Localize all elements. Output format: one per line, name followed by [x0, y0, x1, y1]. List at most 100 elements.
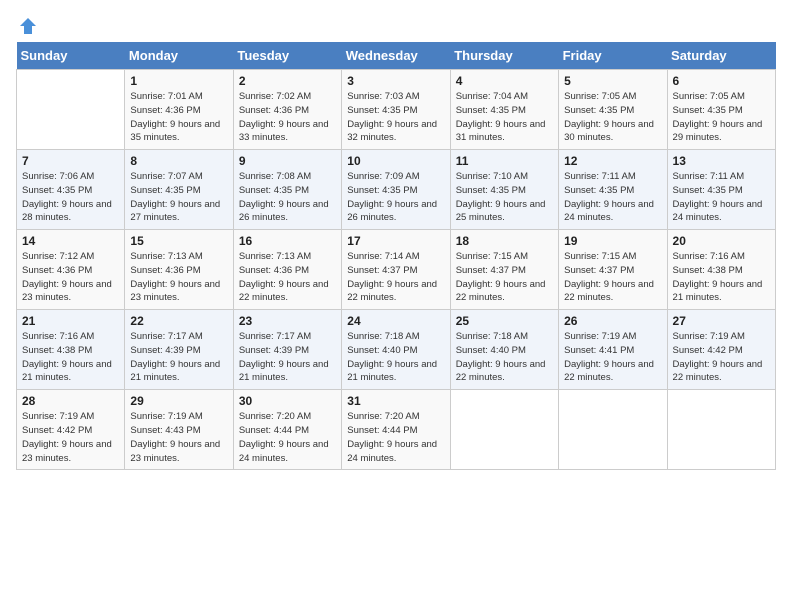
day-number: 31 [347, 394, 444, 408]
calendar-cell: 15 Sunrise: 7:13 AMSunset: 4:36 PMDayligh… [125, 230, 233, 310]
day-number: 6 [673, 74, 770, 88]
weekday-header-row: SundayMondayTuesdayWednesdayThursdayFrid… [17, 42, 776, 70]
logo-icon [18, 16, 38, 36]
week-row-2: 7 Sunrise: 7:06 AMSunset: 4:35 PMDaylight… [17, 150, 776, 230]
calendar-cell: 20 Sunrise: 7:16 AMSunset: 4:38 PMDayligh… [667, 230, 775, 310]
day-number: 17 [347, 234, 444, 248]
day-number: 2 [239, 74, 336, 88]
weekday-header-friday: Friday [559, 42, 667, 70]
day-number: 20 [673, 234, 770, 248]
day-number: 28 [22, 394, 119, 408]
day-number: 19 [564, 234, 661, 248]
day-info: Sunrise: 7:19 AMSunset: 4:43 PMDaylight:… [130, 410, 227, 465]
weekday-header-saturday: Saturday [667, 42, 775, 70]
day-number: 29 [130, 394, 227, 408]
calendar-cell: 13Sunrise: 7:11 AMSunset: 4:35 PMDayligh… [667, 150, 775, 230]
calendar-cell: 1 Sunrise: 7:01 AMSunset: 4:36 PMDaylight… [125, 70, 233, 150]
day-number: 24 [347, 314, 444, 328]
day-number: 18 [456, 234, 553, 248]
calendar-cell: 7 Sunrise: 7:06 AMSunset: 4:35 PMDaylight… [17, 150, 125, 230]
page-header [16, 16, 776, 32]
day-info: Sunrise: 7:02 AMSunset: 4:36 PMDaylight:… [239, 90, 336, 145]
calendar-cell: 17 Sunrise: 7:14 AMSunset: 4:37 PMDayligh… [342, 230, 450, 310]
day-number: 4 [456, 74, 553, 88]
day-number: 7 [22, 154, 119, 168]
day-info: Sunrise: 7:17 AMSunset: 4:39 PMDaylight:… [130, 330, 227, 385]
calendar-cell: 9Sunrise: 7:08 AMSunset: 4:35 PMDaylight… [233, 150, 341, 230]
calendar-cell [559, 390, 667, 470]
weekday-header-monday: Monday [125, 42, 233, 70]
week-row-4: 21 Sunrise: 7:16 AMSunset: 4:38 PMDayligh… [17, 310, 776, 390]
calendar-cell [17, 70, 125, 150]
day-info: Sunrise: 7:09 AMSunset: 4:35 PMDaylight:… [347, 170, 444, 225]
weekday-header-wednesday: Wednesday [342, 42, 450, 70]
day-info: Sunrise: 7:10 AMSunset: 4:35 PMDaylight:… [456, 170, 553, 225]
calendar-cell: 10 Sunrise: 7:09 AMSunset: 4:35 PMDayligh… [342, 150, 450, 230]
calendar-cell: 30 Sunrise: 7:20 AMSunset: 4:44 PMDayligh… [233, 390, 341, 470]
day-info: Sunrise: 7:05 AMSunset: 4:35 PMDaylight:… [673, 90, 770, 145]
day-number: 22 [130, 314, 227, 328]
calendar-cell: 22 Sunrise: 7:17 AMSunset: 4:39 PMDayligh… [125, 310, 233, 390]
logo [16, 16, 40, 32]
day-info: Sunrise: 7:15 AMSunset: 4:37 PMDaylight:… [456, 250, 553, 305]
calendar-cell: 16 Sunrise: 7:13 AMSunset: 4:36 PMDayligh… [233, 230, 341, 310]
day-info: Sunrise: 7:05 AMSunset: 4:35 PMDaylight:… [564, 90, 661, 145]
day-info: Sunrise: 7:14 AMSunset: 4:37 PMDaylight:… [347, 250, 444, 305]
week-row-1: 1 Sunrise: 7:01 AMSunset: 4:36 PMDaylight… [17, 70, 776, 150]
day-number: 15 [130, 234, 227, 248]
day-info: Sunrise: 7:11 AMSunset: 4:35 PMDaylight:… [564, 170, 661, 225]
day-info: Sunrise: 7:16 AMSunset: 4:38 PMDaylight:… [673, 250, 770, 305]
calendar-cell: 29 Sunrise: 7:19 AMSunset: 4:43 PMDayligh… [125, 390, 233, 470]
day-info: Sunrise: 7:06 AMSunset: 4:35 PMDaylight:… [22, 170, 119, 225]
calendar-cell: 4 Sunrise: 7:04 AMSunset: 4:35 PMDaylight… [450, 70, 558, 150]
calendar-cell: 12 Sunrise: 7:11 AMSunset: 4:35 PMDayligh… [559, 150, 667, 230]
calendar-cell [450, 390, 558, 470]
weekday-header-sunday: Sunday [17, 42, 125, 70]
day-number: 21 [22, 314, 119, 328]
weekday-header-tuesday: Tuesday [233, 42, 341, 70]
week-row-3: 14Sunrise: 7:12 AMSunset: 4:36 PMDayligh… [17, 230, 776, 310]
calendar-cell: 21 Sunrise: 7:16 AMSunset: 4:38 PMDayligh… [17, 310, 125, 390]
day-info: Sunrise: 7:07 AMSunset: 4:35 PMDaylight:… [130, 170, 227, 225]
day-info: Sunrise: 7:17 AMSunset: 4:39 PMDaylight:… [239, 330, 336, 385]
day-number: 5 [564, 74, 661, 88]
calendar-cell: 28 Sunrise: 7:19 AMSunset: 4:42 PMDayligh… [17, 390, 125, 470]
day-info: Sunrise: 7:04 AMSunset: 4:35 PMDaylight:… [456, 90, 553, 145]
calendar-cell: 3Sunrise: 7:03 AMSunset: 4:35 PMDaylight… [342, 70, 450, 150]
calendar-cell: 31 Sunrise: 7:20 AMSunset: 4:44 PMDayligh… [342, 390, 450, 470]
day-number: 1 [130, 74, 227, 88]
day-number: 23 [239, 314, 336, 328]
calendar-cell: 19Sunrise: 7:15 AMSunset: 4:37 PMDayligh… [559, 230, 667, 310]
day-info: Sunrise: 7:13 AMSunset: 4:36 PMDaylight:… [239, 250, 336, 305]
day-info: Sunrise: 7:08 AMSunset: 4:35 PMDaylight:… [239, 170, 336, 225]
day-number: 30 [239, 394, 336, 408]
weekday-header-thursday: Thursday [450, 42, 558, 70]
day-info: Sunrise: 7:18 AMSunset: 4:40 PMDaylight:… [456, 330, 553, 385]
day-number: 26 [564, 314, 661, 328]
day-number: 10 [347, 154, 444, 168]
calendar-table: SundayMondayTuesdayWednesdayThursdayFrid… [16, 42, 776, 470]
calendar-cell [667, 390, 775, 470]
day-info: Sunrise: 7:20 AMSunset: 4:44 PMDaylight:… [239, 410, 336, 465]
day-info: Sunrise: 7:19 AMSunset: 4:41 PMDaylight:… [564, 330, 661, 385]
day-info: Sunrise: 7:16 AMSunset: 4:38 PMDaylight:… [22, 330, 119, 385]
calendar-cell: 5 Sunrise: 7:05 AMSunset: 4:35 PMDaylight… [559, 70, 667, 150]
day-info: Sunrise: 7:19 AMSunset: 4:42 PMDaylight:… [673, 330, 770, 385]
calendar-cell: 14Sunrise: 7:12 AMSunset: 4:36 PMDayligh… [17, 230, 125, 310]
day-info: Sunrise: 7:11 AMSunset: 4:35 PMDaylight:… [673, 170, 770, 225]
day-info: Sunrise: 7:01 AMSunset: 4:36 PMDaylight:… [130, 90, 227, 145]
day-number: 16 [239, 234, 336, 248]
calendar-cell: 11Sunrise: 7:10 AMSunset: 4:35 PMDayligh… [450, 150, 558, 230]
calendar-cell: 8 Sunrise: 7:07 AMSunset: 4:35 PMDaylight… [125, 150, 233, 230]
day-number: 12 [564, 154, 661, 168]
day-info: Sunrise: 7:13 AMSunset: 4:36 PMDaylight:… [130, 250, 227, 305]
day-info: Sunrise: 7:12 AMSunset: 4:36 PMDaylight:… [22, 250, 119, 305]
calendar-cell: 18 Sunrise: 7:15 AMSunset: 4:37 PMDayligh… [450, 230, 558, 310]
day-info: Sunrise: 7:20 AMSunset: 4:44 PMDaylight:… [347, 410, 444, 465]
day-number: 3 [347, 74, 444, 88]
day-info: Sunrise: 7:19 AMSunset: 4:42 PMDaylight:… [22, 410, 119, 465]
week-row-5: 28 Sunrise: 7:19 AMSunset: 4:42 PMDayligh… [17, 390, 776, 470]
day-number: 8 [130, 154, 227, 168]
calendar-cell: 6 Sunrise: 7:05 AMSunset: 4:35 PMDaylight… [667, 70, 775, 150]
day-number: 27 [673, 314, 770, 328]
